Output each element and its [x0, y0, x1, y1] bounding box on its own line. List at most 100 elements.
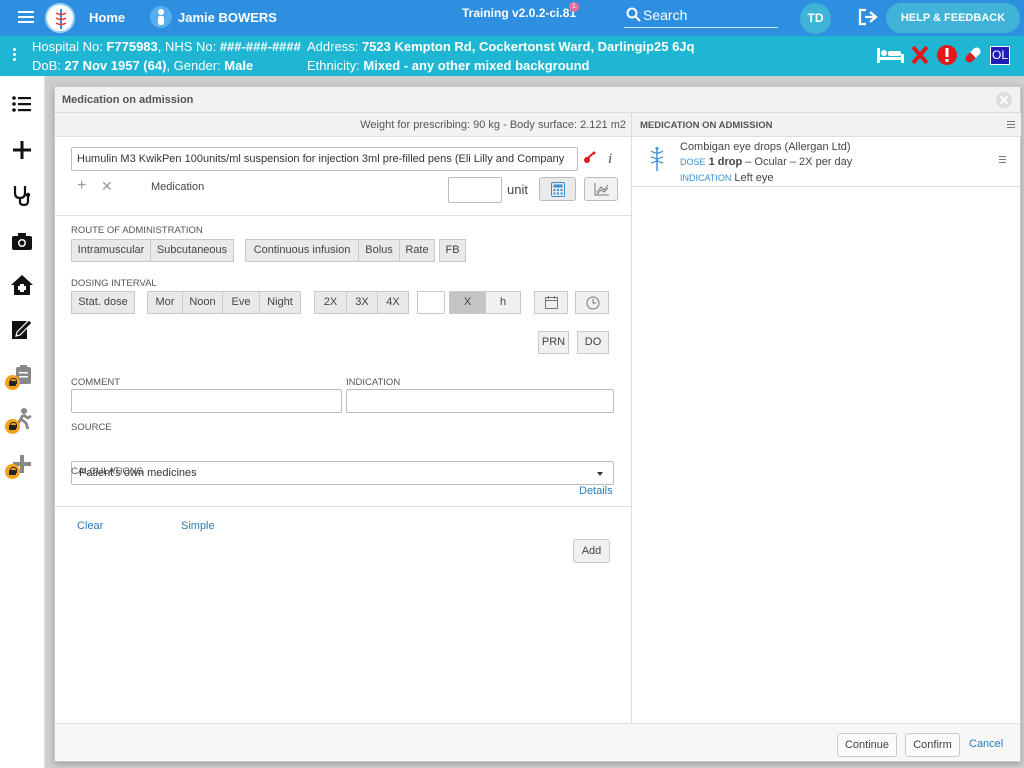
- time-eve-button[interactable]: Eve: [222, 291, 260, 314]
- medication-label: Medication: [151, 181, 205, 193]
- stat-dose-button[interactable]: Stat. dose: [71, 291, 135, 314]
- list-item[interactable]: Combigan eye drops (Allergan Ltd) DOSE 1…: [632, 137, 1021, 187]
- version-badge: 1: [569, 2, 579, 12]
- calendar-button[interactable]: [534, 291, 568, 314]
- freq-2x-button[interactable]: 2X: [314, 291, 347, 314]
- calendar-icon: [545, 296, 558, 309]
- details-link[interactable]: Details: [579, 485, 613, 497]
- banner-more-icon[interactable]: [13, 48, 17, 63]
- locked-clipboard-item[interactable]: [5, 362, 35, 390]
- comment-input[interactable]: [71, 389, 342, 413]
- list-icon[interactable]: [9, 91, 35, 117]
- lock-icon: [5, 375, 20, 390]
- clear-medication-icon[interactable]: ✕: [101, 178, 113, 195]
- search-placeholder: Search: [643, 7, 688, 23]
- version-label: Training v2.0.2-ci.81: [462, 6, 577, 20]
- confirm-button[interactable]: Confirm: [905, 733, 960, 757]
- locked-discharge-item[interactable]: [5, 406, 35, 434]
- home-medication-icon[interactable]: [9, 272, 35, 298]
- dob-field: DoB: 27 Nov 1957 (64), Gender: Male: [32, 58, 254, 73]
- list-menu-icon[interactable]: [1007, 121, 1015, 130]
- camera-icon[interactable]: [9, 228, 35, 254]
- lock-icon: [5, 464, 20, 479]
- route-fb-button[interactable]: FB: [439, 239, 466, 262]
- medication-input[interactable]: Humulin M3 KwikPen 100units/ml suspensio…: [71, 147, 578, 171]
- allergy-cross-icon[interactable]: [911, 44, 929, 66]
- pill-icon[interactable]: [962, 44, 984, 66]
- admission-list-header: MEDICATION ON ADMISSION: [632, 113, 1021, 137]
- close-icon[interactable]: [996, 92, 1012, 108]
- unit-label: unit: [507, 182, 528, 197]
- medication-modal: Medication on admission Weight for presc…: [54, 86, 1021, 762]
- patient-name[interactable]: Jamie BOWERS: [178, 10, 277, 25]
- calculations-label: CALCULATIONS: [71, 466, 144, 477]
- ol-badge[interactable]: OL: [990, 46, 1010, 65]
- comment-label: COMMENT: [71, 377, 121, 388]
- user-avatar[interactable]: TD: [800, 3, 831, 34]
- locked-add-item[interactable]: [5, 451, 35, 479]
- do-button[interactable]: DO: [577, 331, 609, 354]
- divider: [55, 215, 631, 216]
- clear-link[interactable]: Clear: [77, 520, 103, 532]
- cancel-link[interactable]: Cancel: [969, 738, 1003, 750]
- lock-icon: [5, 419, 20, 434]
- search-field[interactable]: Search: [624, 5, 778, 28]
- indication-label: INDICATION: [346, 377, 401, 388]
- modal-header: Medication on admission: [55, 87, 1020, 113]
- simple-link[interactable]: Simple: [181, 520, 215, 532]
- freq-4x-button[interactable]: 4X: [377, 291, 409, 314]
- admission-list-title: MEDICATION ON ADMISSION: [640, 120, 773, 131]
- interval-number-input[interactable]: [417, 291, 445, 314]
- prn-button[interactable]: PRN: [538, 331, 569, 354]
- rx-link-icon[interactable]: [582, 151, 596, 165]
- route-intramuscular-button[interactable]: Intramuscular: [71, 239, 151, 262]
- freq-3x-button[interactable]: 3X: [346, 291, 378, 314]
- line-chart-icon: [594, 183, 609, 196]
- address-field: Address: 7523 Kempton Rd, Cockertonst Wa…: [307, 39, 695, 54]
- time-night-button[interactable]: Night: [259, 291, 301, 314]
- continue-button[interactable]: Continue: [837, 733, 897, 757]
- dose-quantity-input[interactable]: [448, 177, 502, 203]
- schedule-button[interactable]: [575, 291, 609, 314]
- clock-icon: [586, 296, 600, 310]
- patient-icon: [150, 6, 172, 28]
- chart-button[interactable]: [584, 177, 618, 201]
- item-menu-icon[interactable]: [999, 156, 1006, 165]
- route-subcutaneous-button[interactable]: Subcutaneous: [150, 239, 234, 262]
- search-icon: [626, 7, 641, 22]
- modal-title: Medication on admission: [62, 94, 194, 106]
- ethnicity-field: Ethnicity: Mixed - any other mixed backg…: [307, 58, 590, 73]
- logout-icon[interactable]: [858, 8, 879, 26]
- hospital-number-field: Hospital No: F775983, NHS No: ###-###-##…: [32, 39, 301, 54]
- time-noon-button[interactable]: Noon: [182, 291, 223, 314]
- edit-document-icon[interactable]: [9, 316, 35, 342]
- dosing-section-label: DOSING INTERVAL: [71, 278, 157, 289]
- route-rate-button[interactable]: Rate: [399, 239, 435, 262]
- divider: [55, 506, 631, 507]
- bed-icon[interactable]: [876, 44, 905, 66]
- add-medication-icon[interactable]: +: [77, 177, 86, 195]
- route-bolus-button[interactable]: Bolus: [358, 239, 400, 262]
- modal-footer: Continue Confirm Cancel: [55, 723, 1020, 761]
- medication-name: Combigan eye drops (Allergan Ltd): [680, 141, 851, 153]
- menu-icon[interactable]: [18, 11, 34, 25]
- weight-info: Weight for prescribing: 90 kg - Body sur…: [360, 119, 626, 131]
- info-icon[interactable]: i: [608, 151, 612, 168]
- interval-hours-button[interactable]: h: [485, 291, 521, 314]
- stethoscope-icon[interactable]: [9, 182, 35, 208]
- app-logo-icon[interactable]: [45, 3, 75, 33]
- add-icon[interactable]: [9, 137, 35, 163]
- interval-x-button[interactable]: X: [449, 291, 486, 314]
- patient-banner: Hospital No: F775983, NHS No: ###-###-##…: [0, 36, 1024, 76]
- route-continuous-infusion-button[interactable]: Continuous infusion: [245, 239, 359, 262]
- indication-input[interactable]: [346, 389, 614, 413]
- prescribing-form: Weight for prescribing: 90 kg - Body sur…: [55, 113, 631, 723]
- calculator-button[interactable]: [539, 177, 576, 201]
- alert-icon[interactable]: [936, 44, 958, 66]
- help-feedback-button[interactable]: HELP & FEEDBACK: [886, 3, 1020, 33]
- add-button[interactable]: Add: [573, 539, 610, 563]
- route-section-label: ROUTE OF ADMINISTRATION: [71, 225, 203, 236]
- home-link[interactable]: Home: [89, 10, 125, 25]
- time-mor-button[interactable]: Mor: [147, 291, 183, 314]
- source-select[interactable]: Patient's own medicines: [71, 461, 614, 485]
